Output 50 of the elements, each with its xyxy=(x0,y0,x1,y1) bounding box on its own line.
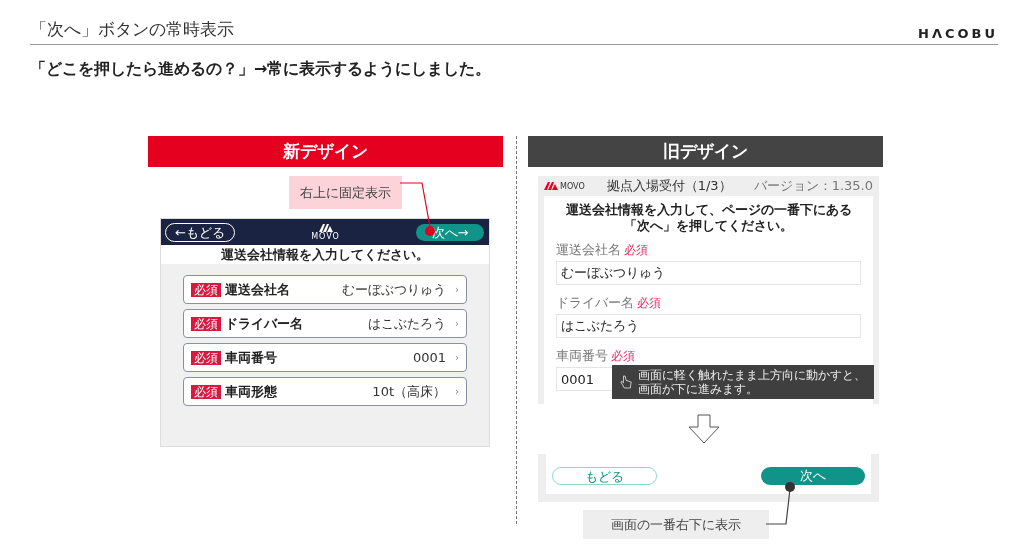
screen-title: 拠点入場受付（1/3） xyxy=(606,177,732,195)
chevron-icon: › xyxy=(455,318,459,329)
section-heading: 新デザイン xyxy=(148,136,503,167)
field-label: 車両番号 xyxy=(556,348,608,364)
field-label: 車両番号 xyxy=(225,348,278,367)
down-arrow-icon xyxy=(687,414,720,444)
form-row[interactable]: 必須 車両番号 0001 › xyxy=(183,343,467,372)
next-button[interactable]: 次へ xyxy=(761,467,865,485)
section-heading: 旧デザイン xyxy=(528,136,883,167)
required-badge: 必須 xyxy=(191,282,221,297)
field-value: 10t（高床） xyxy=(372,382,446,401)
field-value: むーぼぶつりゅう xyxy=(342,280,446,299)
instruction-text: 運送会社情報を入力して、ページの一番下にある 「次へ」を押してください。 xyxy=(564,202,853,234)
field-label: ドライバー名 xyxy=(556,295,634,311)
required-badge: 必須 xyxy=(191,350,221,365)
brand-name: MOVO xyxy=(560,181,585,191)
required-badge: 必須 xyxy=(191,384,221,399)
logo-icon xyxy=(544,182,558,190)
required-mark: 必須 xyxy=(611,348,635,364)
instruction-text: 運送会社情報を入力してください。 xyxy=(161,245,489,264)
next-button[interactable]: 次へ→ xyxy=(416,223,484,241)
form-row[interactable]: 必須 ドライバー名 はこぶたろう › xyxy=(183,309,467,338)
leader-line xyxy=(765,482,795,525)
brand-name: MOVO xyxy=(311,231,340,241)
back-button[interactable]: もどる xyxy=(552,467,657,485)
input-field[interactable]: むーぼぶつりゅう xyxy=(556,261,861,285)
tooltip-text: 画面に軽く触れたまま上方向に動かすと、 画面が下に進みます。 xyxy=(638,368,866,396)
field-value: はこぶたろう xyxy=(368,314,446,333)
chevron-icon: › xyxy=(455,386,459,397)
input-field[interactable]: はこぶたろう xyxy=(556,314,861,338)
company-logo: HΛCOBU xyxy=(918,26,998,41)
required-mark: 必須 xyxy=(637,295,661,311)
hand-icon xyxy=(620,374,632,390)
callout-label: 右上に固定表示 xyxy=(289,176,402,209)
field-label: 運送会社名 xyxy=(556,242,621,258)
field-label: ドライバー名 xyxy=(225,314,304,333)
field-value: 0001 xyxy=(412,350,446,365)
field-label: 運送会社名 xyxy=(225,280,291,299)
form-row[interactable]: 必須 車両形態 10t（高床） › xyxy=(183,377,467,406)
chevron-icon: › xyxy=(455,284,459,295)
form-row[interactable]: 必須 運送会社名 むーぼぶつりゅう › xyxy=(183,275,467,304)
chevron-icon: › xyxy=(455,352,459,363)
logo-icon xyxy=(318,223,333,232)
slide-subtitle: 「どこを押したら進めるの？」→常に表示するようにしました。 xyxy=(30,59,493,80)
callout-label: 画面の一番右下に表示 xyxy=(583,510,769,539)
slide-title: 「次へ」ボタンの常時表示 xyxy=(30,18,234,41)
field-label: 車両形態 xyxy=(225,382,278,401)
required-mark: 必須 xyxy=(624,242,648,258)
required-badge: 必須 xyxy=(191,316,221,331)
version-text: バージョン：1.35.0 xyxy=(753,177,873,195)
